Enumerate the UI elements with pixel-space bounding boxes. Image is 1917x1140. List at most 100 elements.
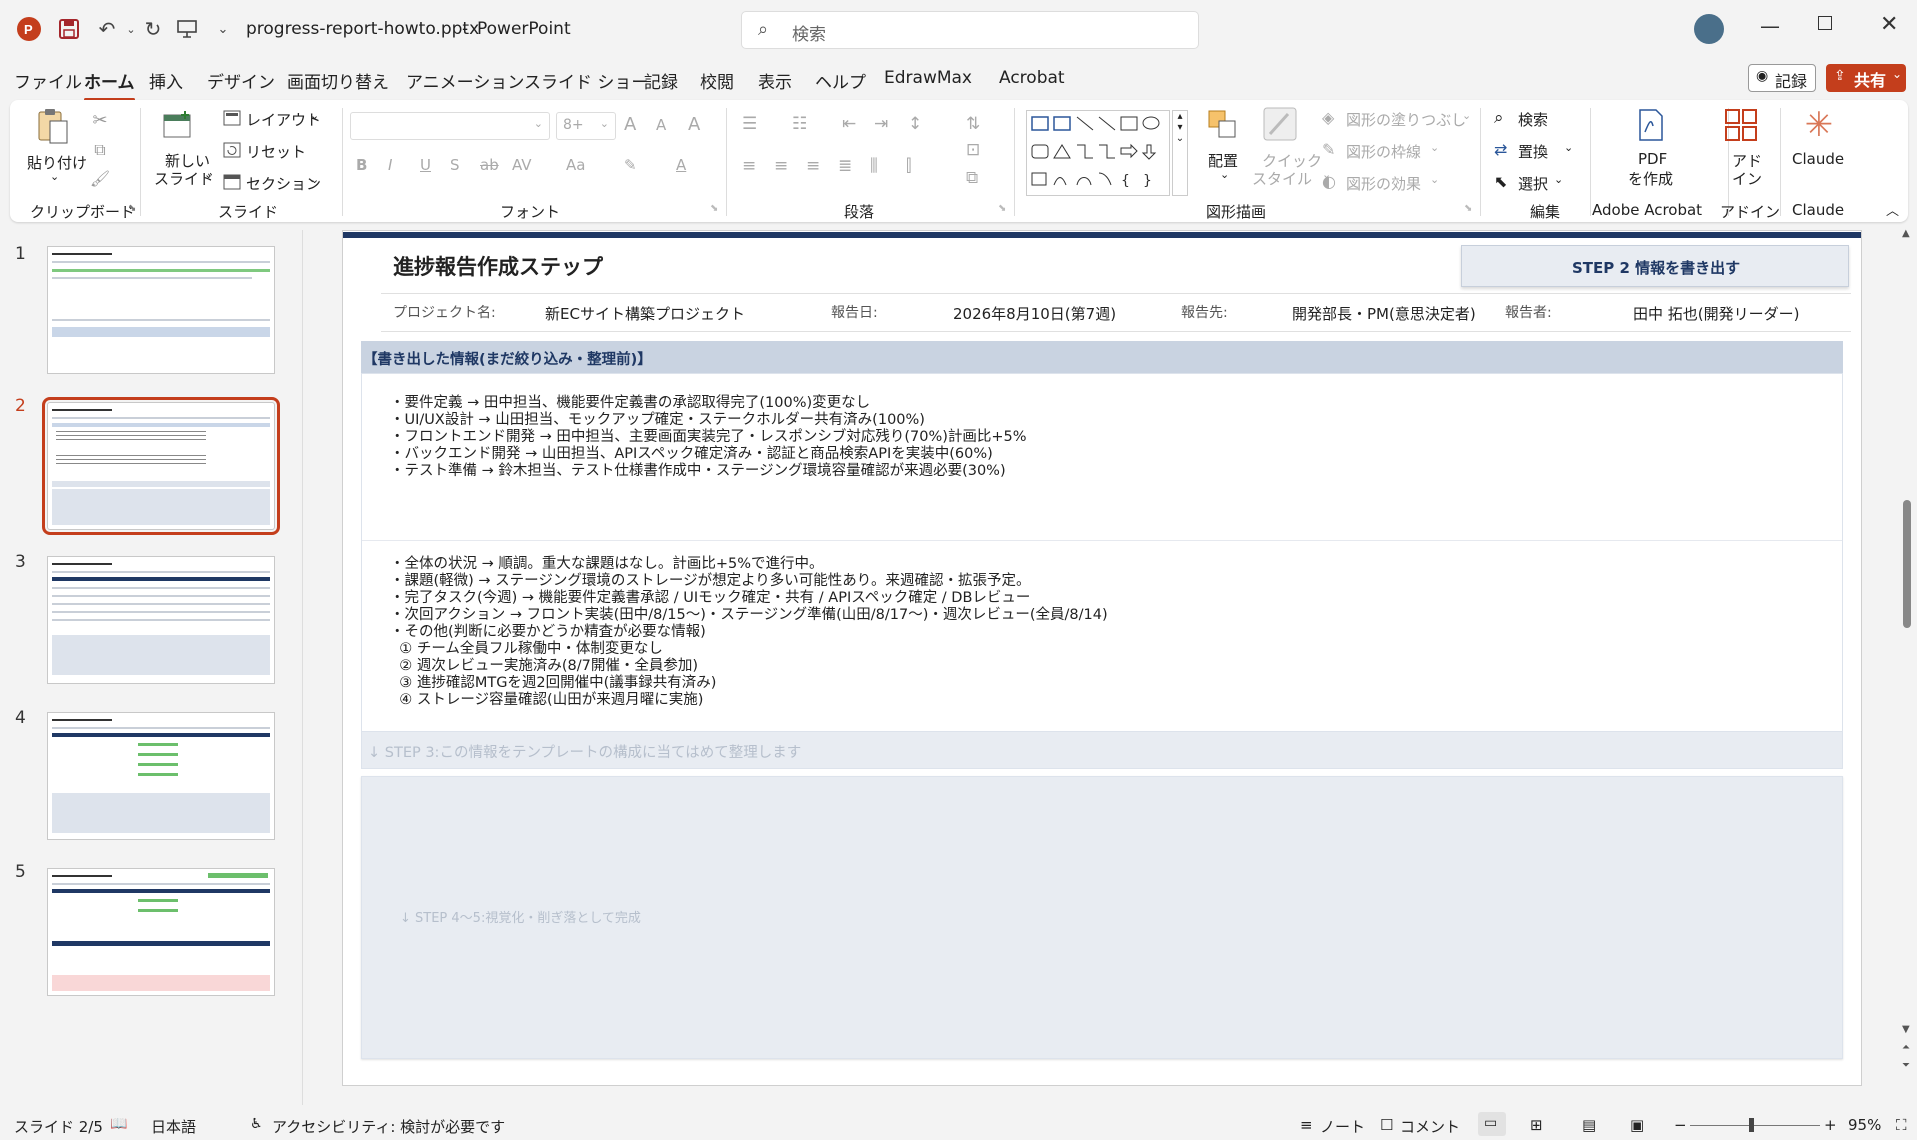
section-icon[interactable] bbox=[222, 172, 242, 192]
arrange-dropdown-icon[interactable]: ⌄ bbox=[1220, 168, 1229, 181]
bullets-icon[interactable]: ☰ bbox=[742, 114, 757, 134]
addins-icon[interactable] bbox=[1722, 106, 1760, 144]
clipboard-launcher-icon[interactable]: ⬊ bbox=[128, 203, 136, 214]
new-slide-dropdown-icon[interactable]: ⌄ bbox=[204, 168, 213, 181]
font-launcher-icon[interactable]: ⬊ bbox=[710, 203, 718, 214]
replace-label[interactable]: 置換 bbox=[1518, 141, 1548, 162]
scroll-down-icon[interactable]: ▼ bbox=[1902, 1024, 1910, 1035]
tab-animations[interactable]: アニメーション bbox=[406, 68, 524, 93]
notes-button[interactable]: ノート bbox=[1320, 1116, 1365, 1137]
record-button[interactable]: ◉ 記録 bbox=[1748, 64, 1816, 92]
cut-icon[interactable]: ✂ bbox=[88, 108, 112, 132]
select-icon[interactable]: ⬉ bbox=[1494, 172, 1507, 191]
clear-formatting-icon[interactable]: A bbox=[688, 114, 700, 135]
slide-canvas[interactable]: 進捗報告作成ステップ STEP 2 情報を書き出す プロジェクト名: 新ECサイ… bbox=[342, 230, 1862, 1086]
reset-label[interactable]: リセット bbox=[246, 141, 306, 162]
shape-effects-dropdown-icon[interactable]: ⌄ bbox=[1430, 173, 1439, 186]
user-avatar[interactable] bbox=[1694, 14, 1724, 44]
next-slide-icon[interactable]: ⏷ bbox=[1902, 1060, 1910, 1071]
spelling-check-icon[interactable]: 📖 bbox=[110, 1116, 127, 1132]
replace-icon[interactable]: ⇄ bbox=[1494, 140, 1507, 159]
tab-review[interactable]: 校閲 bbox=[700, 68, 734, 93]
align-right-icon[interactable]: ≡ bbox=[806, 156, 820, 176]
create-pdf-label-1[interactable]: PDF bbox=[1638, 150, 1667, 168]
tab-slideshow[interactable]: スライド ショー bbox=[524, 68, 648, 93]
fit-to-window-icon[interactable]: ⛶ bbox=[1896, 1116, 1907, 1134]
shape-outline-dropdown-icon[interactable]: ⌄ bbox=[1430, 141, 1439, 154]
shape-fill-label[interactable]: 図形の塗りつぶし bbox=[1346, 109, 1466, 130]
paste-icon[interactable] bbox=[35, 106, 71, 146]
shape-outline-icon[interactable]: ✎ bbox=[1322, 140, 1335, 159]
normal-view-button[interactable]: ▭ bbox=[1478, 1112, 1506, 1136]
quick-styles-label-2[interactable]: スタイル bbox=[1252, 168, 1312, 189]
previous-slide-icon[interactable]: ⏶ bbox=[1902, 1042, 1910, 1053]
smartart-icon[interactable]: ⧉ bbox=[966, 168, 978, 188]
shape-effects-icon[interactable]: ◐ bbox=[1322, 172, 1336, 191]
align-center-icon[interactable]: ≡ bbox=[774, 156, 788, 176]
distributed-icon[interactable]: ⫼ bbox=[870, 156, 878, 176]
reading-view-icon[interactable]: ▤ bbox=[1582, 1116, 1596, 1134]
paste-dropdown-icon[interactable]: ⌄ bbox=[50, 170, 59, 183]
slide-thumbnail-2[interactable] bbox=[42, 397, 280, 535]
shape-fill-icon[interactable]: ◈ bbox=[1322, 108, 1334, 127]
new-slide-icon[interactable] bbox=[160, 108, 194, 142]
find-icon[interactable]: ⌕ bbox=[1494, 108, 1504, 128]
quick-styles-icon[interactable] bbox=[1262, 106, 1298, 142]
language-label[interactable]: 日本語 bbox=[151, 1116, 196, 1137]
tab-edrawmax[interactable]: EdrawMax bbox=[884, 68, 972, 88]
tab-insert[interactable]: 挿入 bbox=[149, 68, 183, 93]
slide-sorter-icon[interactable]: ⊞ bbox=[1530, 1116, 1543, 1134]
present-from-start-icon[interactable] bbox=[172, 14, 202, 44]
font-color-icon[interactable]: A bbox=[676, 156, 686, 174]
claude-button-label[interactable]: Claude bbox=[1792, 150, 1844, 168]
increase-indent-icon[interactable]: ⇥ bbox=[874, 114, 888, 134]
strikethrough-icon[interactable]: ab bbox=[480, 156, 499, 174]
replace-dropdown-icon[interactable]: ⌄ bbox=[1564, 141, 1573, 154]
create-pdf-label-2[interactable]: を作成 bbox=[1628, 168, 1673, 189]
paragraph-launcher-icon[interactable]: ⬊ bbox=[998, 203, 1006, 214]
underline-icon[interactable]: U bbox=[420, 156, 431, 174]
scrollbar-thumb[interactable] bbox=[1903, 500, 1911, 628]
highlight-icon[interactable]: ✎ bbox=[624, 156, 637, 174]
justify-icon[interactable]: ≣ bbox=[838, 156, 852, 176]
text-direction-icon[interactable]: ⇅ bbox=[966, 114, 980, 134]
scroll-up-icon[interactable]: ▲ bbox=[1902, 228, 1910, 239]
slideshow-view-icon[interactable]: ▣ bbox=[1630, 1116, 1644, 1134]
shape-outline-label[interactable]: 図形の枠線 bbox=[1346, 141, 1421, 162]
addins-label-2[interactable]: イン bbox=[1732, 168, 1762, 189]
zoom-level[interactable]: 95% bbox=[1848, 1116, 1881, 1134]
shadow-icon[interactable]: S bbox=[450, 156, 460, 174]
search-box[interactable]: ⌕ 検索 bbox=[741, 11, 1199, 49]
font-size-select[interactable]: 8+ ⌄ bbox=[556, 112, 616, 140]
shapes-gallery-scroll[interactable]: ▴ ▾ ⌄ bbox=[1172, 110, 1188, 196]
accessibility-icon[interactable]: ♿ bbox=[250, 1116, 263, 1132]
shape-effects-label[interactable]: 図形の効果 bbox=[1346, 173, 1421, 194]
change-case-icon[interactable]: Aa bbox=[566, 156, 585, 174]
drawing-launcher-icon[interactable]: ⬊ bbox=[1464, 203, 1472, 214]
claude-icon[interactable]: ✳ bbox=[1800, 105, 1838, 145]
create-pdf-icon[interactable] bbox=[1634, 108, 1668, 142]
save-icon[interactable] bbox=[54, 14, 84, 44]
collapse-ribbon-icon[interactable]: ︿ bbox=[1886, 200, 1899, 219]
numbering-icon[interactable]: ☷ bbox=[792, 114, 807, 134]
tab-file[interactable]: ファイル bbox=[14, 68, 82, 93]
tab-acrobat[interactable]: Acrobat bbox=[999, 68, 1065, 88]
character-spacing-icon[interactable]: AV bbox=[512, 156, 532, 174]
minimize-icon[interactable]: — bbox=[1760, 14, 1780, 38]
slide-thumbnail-1[interactable] bbox=[47, 246, 275, 374]
layout-icon[interactable] bbox=[222, 108, 242, 128]
slide-thumbnail-4[interactable] bbox=[47, 712, 275, 840]
select-label[interactable]: 選択 bbox=[1518, 173, 1548, 194]
shrink-font-icon[interactable]: A bbox=[656, 116, 666, 134]
zoom-slider[interactable] bbox=[1690, 1118, 1820, 1132]
reset-icon[interactable] bbox=[222, 140, 242, 160]
copy-icon[interactable]: ⧉ bbox=[88, 138, 112, 162]
bold-icon[interactable]: B bbox=[356, 156, 367, 174]
customize-toolbar-icon[interactable]: ⌄ bbox=[208, 14, 238, 44]
notes-icon[interactable]: ≡ bbox=[1300, 1116, 1313, 1134]
tab-home[interactable]: ホーム bbox=[84, 68, 135, 101]
share-button[interactable]: ⇪ 共有 ⌄ bbox=[1826, 64, 1906, 92]
italic-icon[interactable]: I bbox=[388, 156, 392, 174]
comments-icon[interactable]: ☐ bbox=[1380, 1116, 1393, 1134]
layout-dropdown-icon[interactable]: ⌄ bbox=[310, 109, 319, 122]
